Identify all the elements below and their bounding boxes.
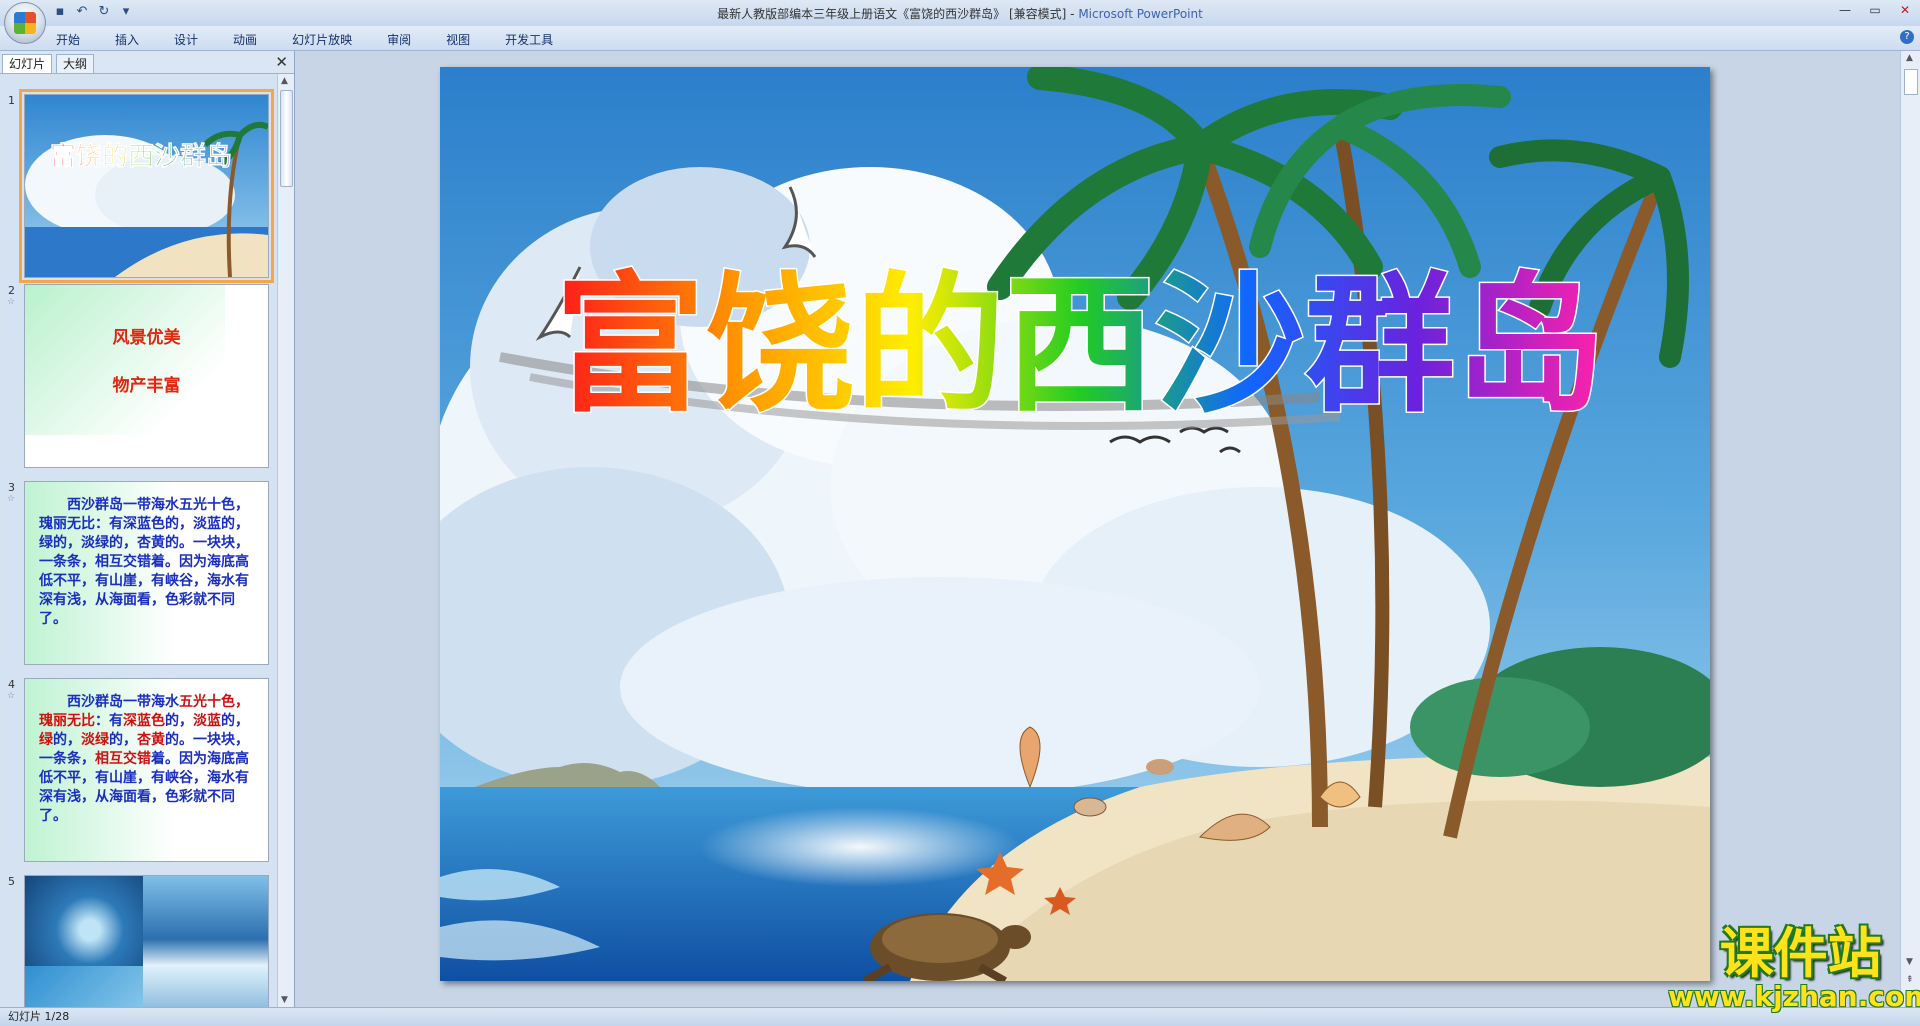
thumbnail-list: 1 富饶的西沙群岛 2 ☆ 风景优美 物产丰富 3 ☆ 西沙群岛一带海水五光十色… [0,74,276,1007]
t4-seg-red: 相互交错 [95,751,151,767]
thumbnail-2-line2: 物产丰富 [112,376,181,396]
minimize-icon[interactable]: — [1830,0,1860,20]
scroll-up-icon[interactable]: ▲ [281,76,288,86]
watermark-url: www.kjzhan.com [1668,980,1920,1013]
watermark-logo: 课件站 www.kjzhan.com [1668,925,1920,1011]
animation-star-icon: ☆ [7,297,16,307]
tab-design[interactable]: 设计 [170,30,202,49]
thumbnail-number: 4 [8,678,15,691]
thumbnail-5-photo [143,966,268,1007]
slides-panel: 幻灯片 大纲 ✕ 1 富饶的西沙群岛 2 ☆ 风景优美 物产丰富 3 ☆ 西沙群… [0,51,295,1007]
thumbnail-5-photo [25,876,143,966]
t4-seg: 的， [53,732,81,748]
thumbnail-slide-2[interactable]: 风景优美 物产丰富 [24,284,269,468]
thumbnail-2-line1: 风景优美 [112,328,181,348]
t4-seg-red: 五光十 [179,694,221,710]
thumbnail-slide-3[interactable]: 西沙群岛一带海水五光十色，瑰丽无比：有深蓝色的，淡蓝的，绿的，淡绿的，杏黄的。一… [24,481,269,665]
ribbon-tabs: 开始 插入 设计 动画 幻灯片放映 审阅 视图 开发工具 [52,30,584,49]
tab-outline[interactable]: 大纲 [56,54,95,73]
scrollbar-thumb[interactable] [1904,69,1918,95]
help-icon[interactable]: ? [1900,30,1914,44]
t4-seg-red: 绿 [39,732,53,748]
slide-title[interactable]: 富饶的西沙群岛 [553,258,1606,435]
thumbnail-5-photo [25,966,143,1007]
sun-glare [700,807,1020,887]
thumbnail-number: 2 [8,284,15,297]
tab-view[interactable]: 视图 [442,30,474,49]
thumbnail-number: 5 [8,875,15,888]
animation-star-icon: ☆ [7,494,16,504]
panel-tabs: 幻灯片 大纲 ✕ [0,51,294,74]
slide-workspace: 富饶的西沙群岛 [295,51,1901,1007]
t4-seg: 的， [165,713,193,729]
title-bar: ▪ ↶ ↻ ▾ 最新人教版部编本三年级上册语文《富饶的西沙群岛》 [兼容模式] … [0,0,1920,44]
tab-developer[interactable]: 开发工具 [501,30,557,49]
thumbnail-3-text: 西沙群岛一带海水五光十色，瑰丽无比：有深蓝色的，淡蓝的，绿的，淡绿的，杏黄的。一… [39,497,249,627]
thumbnail-scrollbar[interactable]: ▲ ▼ [277,74,294,1007]
window-controls: — ▭ ✕ [1830,0,1920,20]
ribbon-tabs-bar: 开始 插入 设计 动画 幻灯片放映 审阅 视图 开发工具 ? [0,26,1920,51]
t4-seg-red: 深蓝色 [123,713,165,729]
t4-seg-red: 淡绿 [81,732,109,748]
animation-star-icon: ☆ [7,691,16,701]
app-name: Microsoft PowerPoint [1078,7,1203,21]
bushes [1410,677,1590,777]
t4-seg: ：有 [95,713,123,729]
thumbnail-slide-5[interactable] [24,875,269,1007]
tab-insert[interactable]: 插入 [111,30,143,49]
t4-seg-red: 杏黄 [137,732,165,748]
thumbnail-1-scene: 富饶的西沙群岛 [25,95,268,277]
thumbnail-5-photo [143,876,268,966]
status-bar: 幻灯片 1/28 [0,1007,1920,1026]
watermark-text: 课件站 [1719,922,1882,985]
window-title: 最新人教版部编本三年级上册语文《富饶的西沙群岛》 [兼容模式] - Micros… [0,5,1920,22]
document-title: 最新人教版部编本三年级上册语文《富饶的西沙群岛》 [兼容模式] - [717,7,1079,21]
thumbnail-4-text: 西沙群岛一带海水五光十色，瑰丽无比：有深蓝色的，淡蓝的，绿的，淡绿的，杏黄的。一… [25,679,268,826]
tab-home[interactable]: 开始 [52,30,84,49]
thumbnail-slide-4[interactable]: 西沙群岛一带海水五光十色，瑰丽无比：有深蓝色的，淡蓝的，绿的，淡绿的，杏黄的。一… [24,678,269,862]
t4-seg: 的， [221,713,249,729]
office-logo-icon [14,12,36,34]
slide-scrollbar[interactable]: ▲ ▼ ⇞ ⇟ [1900,51,1920,1007]
slide-scene: 富饶的西沙群岛 [440,67,1710,981]
tab-slides[interactable]: 幻灯片 [2,54,53,73]
tab-animations[interactable]: 动画 [229,30,261,49]
thumbnail-2-bg [25,285,225,435]
scrollbar-thumb[interactable] [280,90,293,187]
scroll-up-icon[interactable]: ▲ [1906,53,1913,63]
tab-review[interactable]: 审阅 [383,30,415,49]
thumbnail-1-title: 富饶的西沙群岛 [50,141,232,172]
thumbnail-slide-1[interactable]: 富饶的西沙群岛 [19,89,274,283]
t4-seg: 的， [109,732,137,748]
office-button[interactable] [4,2,46,44]
thumbnail-number: 1 [8,94,15,107]
t4-seg: 西沙群岛一带海水 [67,694,179,710]
t4-seg-red: 淡蓝 [193,713,221,729]
maximize-icon[interactable]: ▭ [1860,0,1890,20]
thumbnail-number: 3 [8,481,15,494]
t4-seg-red: 色， [221,694,249,710]
tab-slideshow[interactable]: 幻灯片放映 [288,30,356,49]
slide-counter: 幻灯片 1/28 [8,1010,70,1023]
panel-close-icon[interactable]: ✕ [275,53,288,71]
t4-seg-red: 瑰丽无比 [39,713,95,729]
current-slide[interactable]: 富饶的西沙群岛 [440,67,1710,981]
scroll-down-icon[interactable]: ▼ [281,995,288,1005]
close-icon[interactable]: ✕ [1890,0,1920,20]
